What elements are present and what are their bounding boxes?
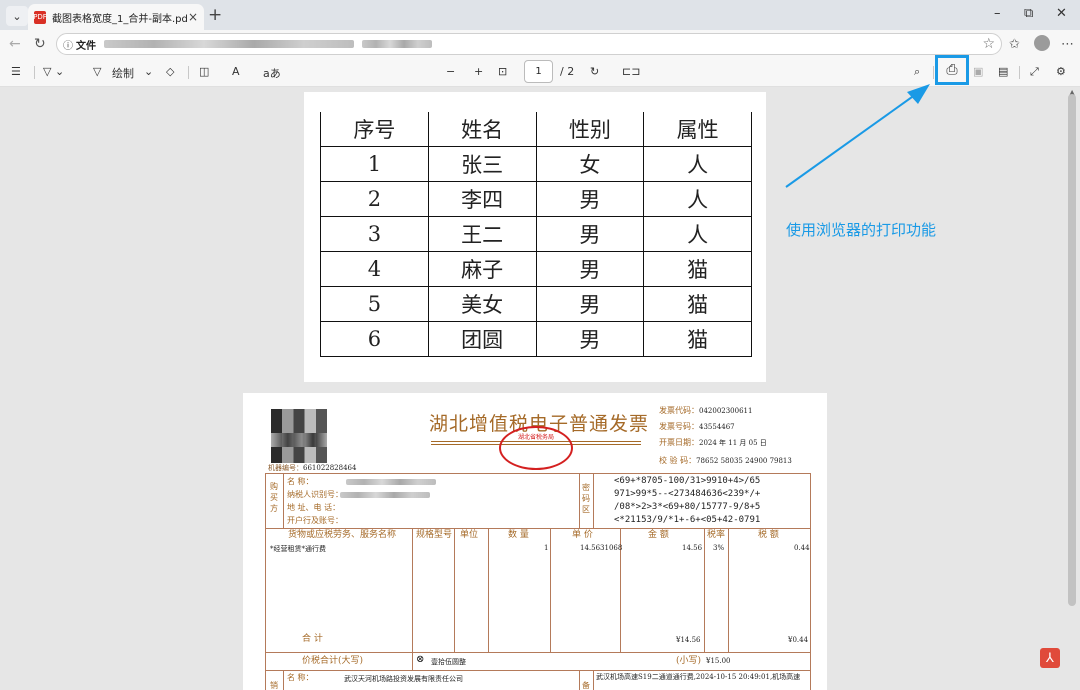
- annotation-text: 使用浏览器的打印功能: [786, 221, 937, 239]
- annotation-arrow: [785, 84, 930, 188]
